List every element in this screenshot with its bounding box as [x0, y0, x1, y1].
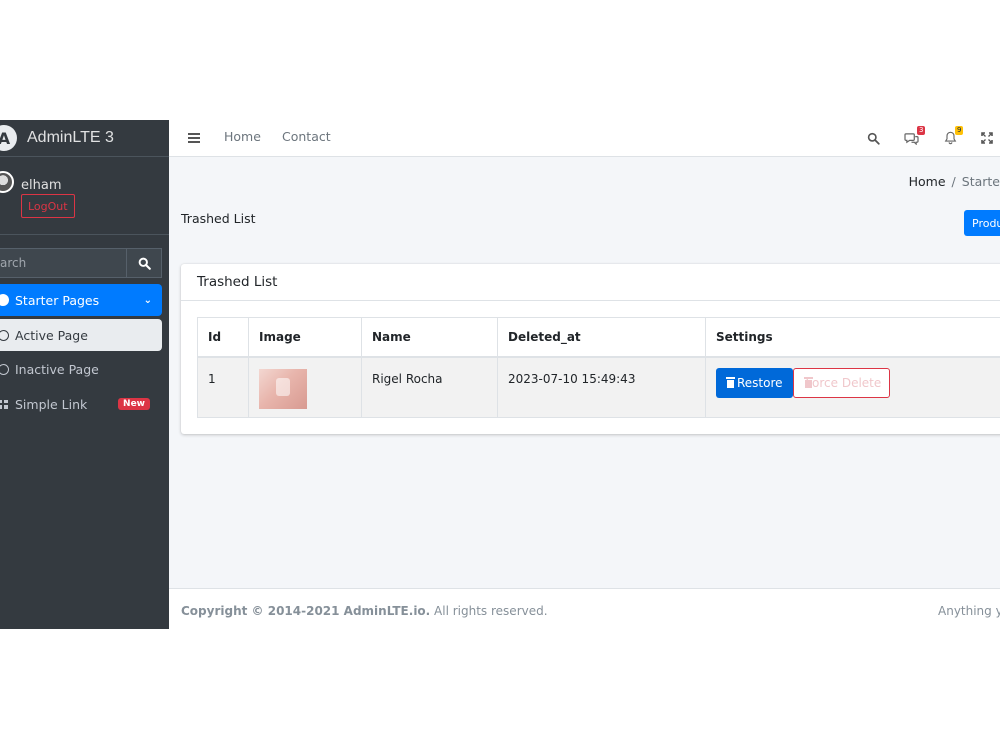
breadcrumb-current: Starte [961, 174, 1000, 189]
new-badge: New [118, 398, 150, 410]
content-wrapper: Home / Starte Trashed List Produ Trashed L… [169, 157, 1000, 588]
user-name[interactable]: elham [21, 178, 61, 193]
table-row: 1 Rigel Rocha 2023-07-10 15:49:43 Restor… [197, 356, 1000, 418]
column-header-settings: Settings [705, 317, 1000, 358]
notifications-badge: 9 [955, 126, 964, 135]
cell-id: 1 [197, 356, 249, 418]
table-header-row: Id Image Name Deleted_at Settings [197, 317, 1000, 358]
chevron-down-icon: ⌄ [143, 294, 152, 306]
restore-button[interactable]: Restore [716, 367, 793, 398]
cell-settings: Restore Force Delete [705, 356, 1000, 418]
sidebar-item-label: Starter Pages [15, 292, 100, 308]
trashed-list-card: Trashed List Id Image Name Deleted_at Se… [181, 264, 1000, 434]
sidebar-item-label: Active Page [15, 327, 88, 343]
sidebar: A AdminLTE 3 elham LogOut arch Starter P… [0, 120, 169, 629]
copyright-rest: All rights reserved. [430, 604, 548, 618]
column-header-deleted-at: Deleted_at [497, 317, 706, 358]
sidebar-item-label: Inactive Page [15, 361, 99, 377]
force-delete-label: Force Delete [805, 375, 882, 390]
circle-icon [0, 363, 9, 375]
footer-right-text: Anything yo [938, 604, 1000, 618]
search-icon [138, 257, 151, 270]
breadcrumb-home[interactable]: Home [909, 174, 946, 189]
tachometer-icon [0, 294, 9, 306]
column-header-image: Image [248, 317, 362, 358]
sidebar-item-simple-link[interactable]: Simple Link New [0, 388, 162, 420]
sidebar-search-button[interactable] [126, 248, 162, 278]
nav-link-home[interactable]: Home [224, 129, 261, 144]
nav-link-contact[interactable]: Contact [282, 129, 331, 144]
products-button[interactable]: Produ [964, 210, 1000, 236]
footer: Copyright © 2014-2021 AdminLTE.io. All r… [169, 588, 1000, 629]
th-icon [0, 399, 9, 409]
column-header-id: Id [197, 317, 249, 358]
sidebar-search-input[interactable]: arch [0, 248, 126, 278]
cell-deleted-at: 2023-07-10 15:49:43 [497, 356, 706, 418]
logout-button[interactable]: LogOut [21, 194, 75, 218]
avatar [0, 171, 14, 193]
restore-label: Restore [737, 375, 783, 390]
app-frame: A AdminLTE 3 elham LogOut arch Starter P… [0, 120, 1000, 629]
copyright: Copyright © 2014-2021 AdminLTE.io. All r… [181, 604, 548, 618]
column-header-name: Name [361, 317, 498, 358]
copyright-bold[interactable]: Copyright © 2014-2021 AdminLTE.io. [181, 604, 430, 618]
brand-name: AdminLTE 3 [27, 129, 114, 146]
card-title: Trashed List [181, 264, 1000, 301]
sidebar-item-label: Simple Link [15, 396, 88, 412]
sidebar-item-active-page[interactable]: Active Page [0, 319, 162, 351]
sidebar-item-starter-pages[interactable]: Starter Pages ⌄ [0, 284, 162, 316]
product-thumbnail [259, 368, 307, 409]
breadcrumb: Home / Starte [909, 174, 1000, 189]
breadcrumb-separator: / [951, 174, 956, 189]
user-panel: elham LogOut [0, 157, 169, 235]
brand-logo-icon: A [0, 125, 17, 151]
expand-icon[interactable] [979, 130, 995, 146]
page-title: Trashed List [181, 211, 256, 226]
cell-name: Rigel Rocha [361, 356, 498, 418]
circle-icon [0, 329, 9, 341]
menu-toggle-icon[interactable] [188, 133, 200, 143]
force-delete-button[interactable]: Force Delete [792, 367, 890, 398]
search-icon[interactable] [865, 130, 881, 146]
sidebar-search: arch [0, 248, 162, 278]
messages-badge: 3 [917, 126, 926, 135]
trashed-table: Id Image Name Deleted_at Settings 1 Rige… [197, 317, 1000, 418]
topbar: Home Contact 3 9 [169, 120, 1000, 157]
sidebar-item-inactive-page[interactable]: Inactive Page [0, 353, 162, 385]
trash-restore-icon [726, 377, 735, 388]
cell-image [248, 356, 362, 418]
brand-link[interactable]: A AdminLTE 3 [0, 120, 169, 157]
